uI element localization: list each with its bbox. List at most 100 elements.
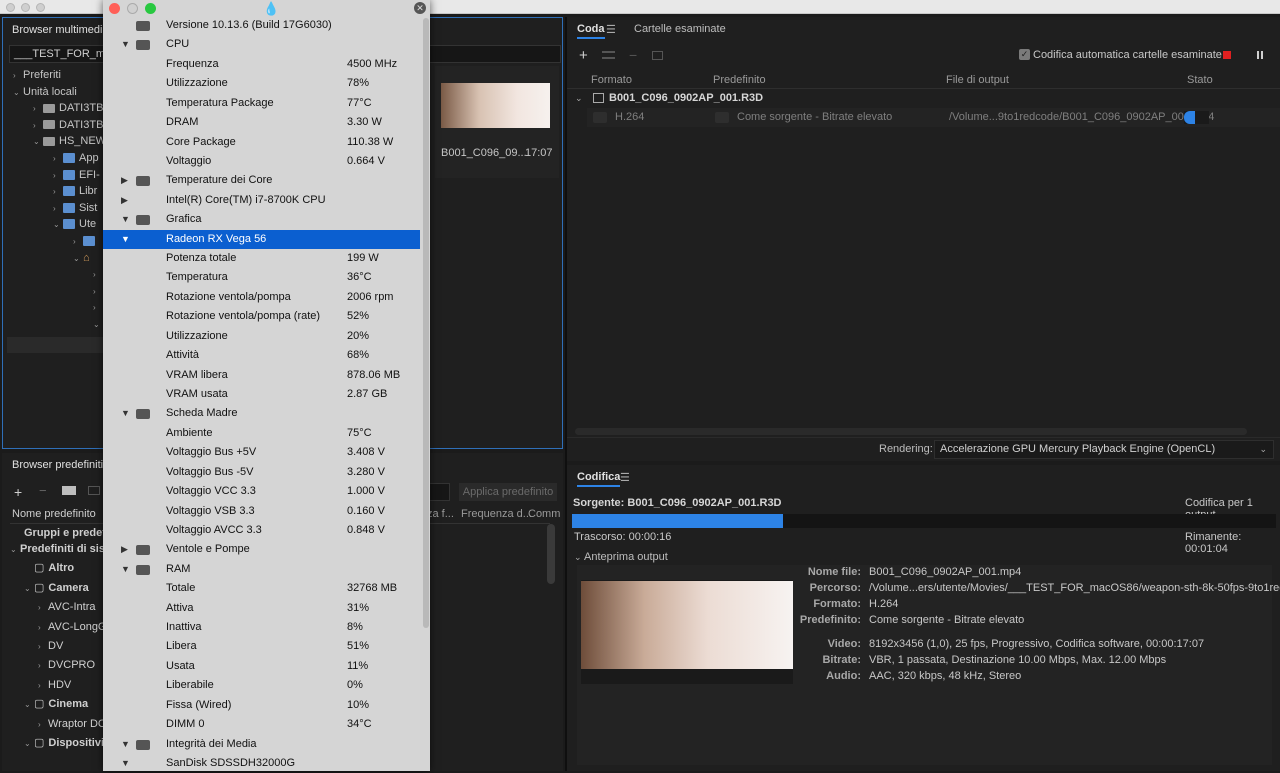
media-tree-item[interactable]: ⌄: [93, 315, 103, 333]
media-tree-item[interactable]: › DATI3TB: [33, 99, 103, 117]
sensor-row[interactable]: Voltaggio VCC 3.3 1.000 V: [103, 482, 420, 501]
popup-scrollbar[interactable]: [423, 18, 429, 628]
sensor-row[interactable]: Voltaggio Bus -5V 3.280 V: [103, 463, 420, 482]
settings-preset-icon[interactable]: [88, 486, 100, 495]
col-status[interactable]: Stato: [1187, 70, 1213, 90]
chevron-right-icon[interactable]: ›: [38, 657, 48, 675]
sensor-row[interactable]: VRAM libera 878.06 MB: [103, 366, 420, 385]
sensor-row[interactable]: ▼ Grafica: [103, 210, 420, 229]
sensor-row[interactable]: ▼ Radeon RX Vega 56: [103, 229, 420, 249]
group-preset-icon[interactable]: [62, 486, 76, 495]
sensor-row[interactable]: Rotazione ventola/pompa 2006 rpm: [103, 288, 420, 307]
auto-encode-checkbox[interactable]: ✓: [1019, 49, 1030, 60]
sensor-row[interactable]: ▼ Integrità dei Media: [103, 735, 420, 754]
chevron-down-icon[interactable]: ⌄: [24, 696, 34, 714]
sensor-row[interactable]: Temperatura Package 77°C: [103, 94, 420, 113]
expanded-triangle-icon[interactable]: ▼: [121, 230, 130, 249]
chevron-right-icon[interactable]: ›: [38, 599, 48, 617]
sensor-row[interactable]: ▼ SanDisk SDSSDH32000G: [103, 754, 420, 773]
tab-encoding[interactable]: Codifica: [577, 471, 621, 487]
media-tree-item[interactable]: › Preferiti: [13, 66, 61, 84]
item-format[interactable]: H.264: [615, 108, 644, 127]
preset-tree-item[interactable]: › AVC-LongG: [38, 618, 107, 636]
add-preset-icon[interactable]: +: [14, 484, 22, 500]
queue-hscrollbar[interactable]: [575, 428, 1247, 435]
col-output-file[interactable]: File di output: [946, 70, 1009, 90]
queue-group-row[interactable]: ⌄ B001_C096_0902AP_001.R3D: [567, 89, 1280, 107]
settings-icon[interactable]: [602, 51, 615, 59]
pause-icon[interactable]: [1257, 51, 1259, 59]
sensor-row[interactable]: Voltaggio 0.664 V: [103, 152, 420, 171]
chevron-down-icon[interactable]: ⌄: [24, 735, 34, 753]
sensor-row[interactable]: Liberabile 0%: [103, 676, 420, 695]
chevron-down-icon[interactable]: ⌄: [10, 541, 20, 559]
sensor-row[interactable]: ▼ Scheda Madre: [103, 404, 420, 423]
preset-tree-item[interactable]: › DVCPRO: [38, 656, 95, 674]
vertical-divider[interactable]: [565, 17, 567, 771]
renderer-select[interactable]: Accelerazione GPU Mercury Playback Engin…: [934, 440, 1274, 459]
chevron-down-icon[interactable]: ⌄: [73, 250, 83, 268]
minimize-window-icon[interactable]: [21, 3, 30, 12]
queue-item-row[interactable]: H.264 Come sorgente - Bitrate elevato /V…: [587, 108, 1280, 127]
sensor-row[interactable]: Attiva 31%: [103, 599, 420, 618]
preset-tree-item[interactable]: ▢ Altro: [24, 559, 74, 577]
maximize-window-icon[interactable]: [145, 3, 156, 14]
col-preset[interactable]: Predefinito: [713, 70, 766, 90]
format-dropdown-icon[interactable]: [593, 112, 607, 123]
sensor-row[interactable]: ▶ Temperature dei Core: [103, 171, 420, 190]
preset-scrollbar[interactable]: [547, 524, 555, 584]
remove-icon[interactable]: −: [629, 47, 637, 63]
media-tree-item[interactable]: ›: [93, 265, 103, 283]
queue-menu-icon[interactable]: ☰: [606, 23, 616, 36]
chevron-down-icon[interactable]: ⌄: [93, 316, 103, 334]
col-frequency[interactable]: Frequenza d...: [461, 504, 532, 524]
media-tree-item[interactable]: ›: [93, 282, 103, 300]
sensor-row[interactable]: Potenza totale 199 W: [103, 249, 420, 268]
sensor-row[interactable]: Utilizzazione 78%: [103, 74, 420, 93]
sensor-row[interactable]: Inattiva 8%: [103, 618, 420, 637]
preset-tree-item[interactable]: ⌄ ▢ Dispositivi: [24, 734, 104, 752]
media-tree-item[interactable]: › Sist: [53, 199, 97, 217]
collapsed-triangle-icon[interactable]: ▶: [121, 191, 128, 210]
col-format[interactable]: Formato: [591, 70, 632, 90]
close-window-icon[interactable]: [109, 3, 120, 14]
apply-preset-button[interactable]: Applica predefinito: [459, 483, 557, 501]
chevron-down-icon[interactable]: ⌄: [33, 133, 43, 151]
expanded-triangle-icon[interactable]: ▼: [121, 735, 130, 754]
expanded-triangle-icon[interactable]: ▼: [121, 35, 130, 54]
sensor-row[interactable]: Ambiente 75°C: [103, 424, 420, 443]
media-tree-item[interactable]: ⌄ Unità locali: [13, 83, 77, 101]
expanded-triangle-icon[interactable]: ▼: [121, 210, 130, 229]
sensor-row[interactable]: Libera 51%: [103, 637, 420, 656]
chevron-down-icon[interactable]: ⌄: [53, 216, 63, 234]
sensor-row[interactable]: Attività 68%: [103, 346, 420, 365]
sensor-row[interactable]: ▶ Ventole e Pompe: [103, 540, 420, 559]
sensor-row[interactable]: ▼ CPU: [103, 35, 420, 54]
col-comment[interactable]: Comm: [528, 504, 560, 524]
col-size[interactable]: za f...: [427, 504, 454, 524]
tab-queue[interactable]: Coda: [577, 23, 605, 39]
sensor-row[interactable]: DIMM 0 34°C: [103, 715, 420, 734]
collapsed-triangle-icon[interactable]: ▶: [121, 171, 128, 190]
duplicate-icon[interactable]: [652, 51, 663, 60]
chevron-right-icon[interactable]: ›: [38, 677, 48, 695]
expanded-triangle-icon[interactable]: ▼: [121, 560, 130, 579]
sensor-row[interactable]: Temperatura 36°C: [103, 268, 420, 287]
stop-icon[interactable]: [1223, 51, 1231, 59]
sensor-row[interactable]: Voltaggio AVCC 3.3 0.848 V: [103, 521, 420, 540]
preset-tree-item[interactable]: › Wraptor DC: [38, 715, 106, 733]
sensor-row[interactable]: Voltaggio Bus +5V 3.408 V: [103, 443, 420, 462]
sensor-row[interactable]: ▶ Intel(R) Core(TM) i7-8700K CPU: [103, 191, 420, 210]
sensor-row[interactable]: Utilizzazione 20%: [103, 327, 420, 346]
preset-tree-item[interactable]: › HDV: [38, 676, 71, 694]
sensor-row[interactable]: Rotazione ventola/pompa (rate) 52%: [103, 307, 420, 326]
remove-preset-icon[interactable]: −: [39, 483, 47, 498]
media-tree-item[interactable]: ⌄ ⌂: [73, 249, 94, 267]
chevron-right-icon[interactable]: ›: [38, 716, 48, 734]
collapse-group-icon[interactable]: ⌄: [575, 89, 583, 107]
preset-tree-item[interactable]: › DV: [38, 637, 63, 655]
minimize-window-icon[interactable]: [127, 3, 138, 14]
sensor-row[interactable]: ▼ RAM: [103, 560, 420, 579]
expanded-triangle-icon[interactable]: ▼: [121, 404, 130, 423]
clip-thumbnail-card[interactable]: B001_C096_09... 17:07: [435, 66, 559, 178]
